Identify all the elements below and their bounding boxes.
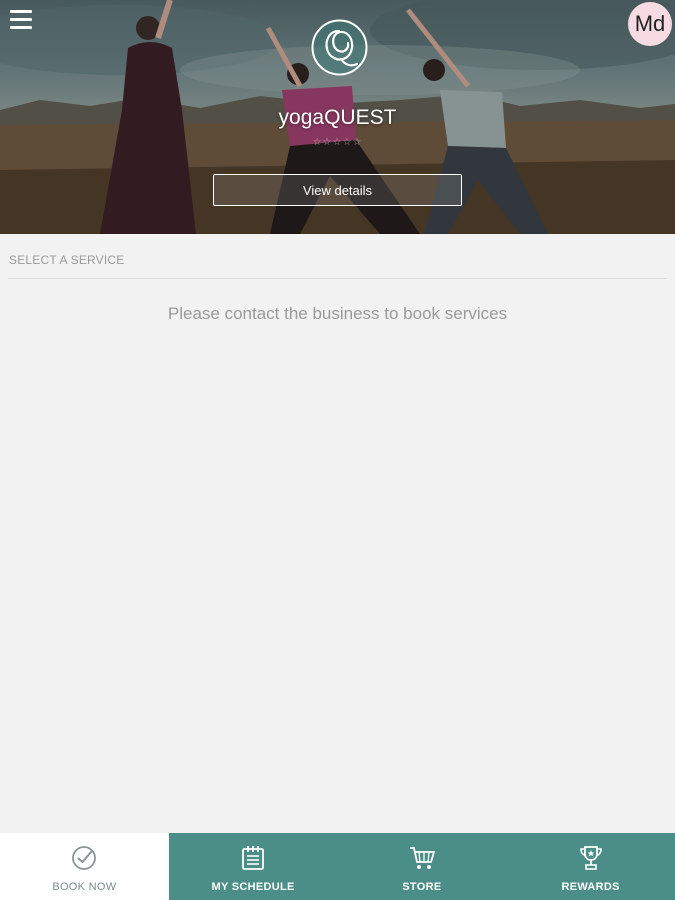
empty-state-message: Please contact the business to book serv… [167, 304, 508, 323]
hero-banner: Md yogaQUEST ☆☆☆☆☆ View details [0, 0, 675, 234]
check-circle-icon [72, 846, 97, 870]
tab-label: REWARDS [561, 881, 620, 893]
tab-label: BOOK NOW [52, 881, 117, 893]
tab-label: STORE [402, 881, 442, 893]
tab-book-now[interactable]: BOOK NOW [0, 833, 169, 900]
rating-stars: ☆☆☆☆☆ [312, 137, 363, 148]
bottom-tab-bar: BOOK NOW MY SCHEDULE STORE REWARDS [0, 833, 675, 900]
hamburger-menu-icon[interactable] [10, 10, 32, 30]
trophy-icon [579, 846, 602, 870]
section-title: SELECT A SERVICE [9, 253, 125, 267]
tab-my-schedule[interactable]: MY SCHEDULE [169, 833, 338, 900]
cart-icon [409, 847, 435, 869]
business-name: yogaQUEST [278, 106, 397, 129]
section-divider [8, 278, 667, 279]
tab-label: MY SCHEDULE [211, 881, 295, 893]
tab-store[interactable]: STORE [338, 833, 507, 900]
view-details-button[interactable]: View details [213, 174, 462, 206]
calendar-icon [242, 846, 265, 870]
user-avatar[interactable]: Md [628, 2, 672, 46]
tab-rewards[interactable]: REWARDS [506, 833, 675, 900]
yogaquest-logo-icon [311, 19, 368, 76]
